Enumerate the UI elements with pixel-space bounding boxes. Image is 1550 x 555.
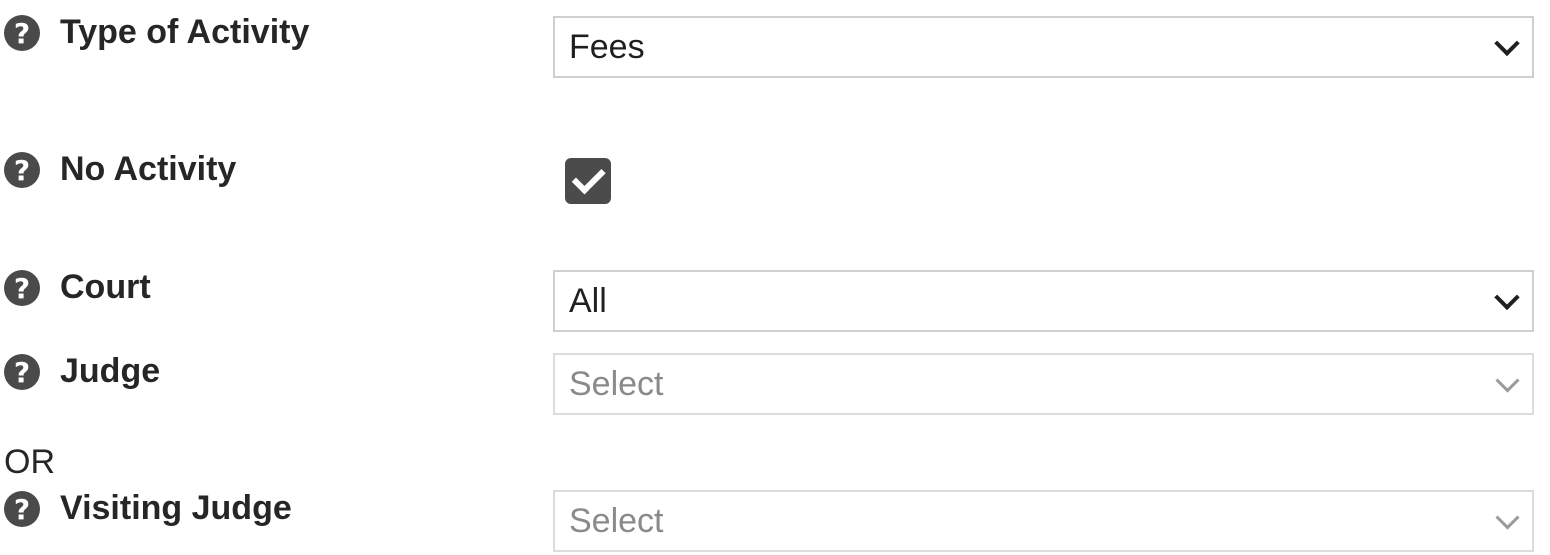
- help-icon[interactable]: ?: [4, 151, 40, 188]
- no-activity-label-row: ? No Activity: [4, 150, 236, 189]
- court-value: All: [569, 281, 607, 320]
- type-of-activity-label-row: ? Type of Activity: [4, 13, 309, 52]
- judge-label-row: ? Judge: [4, 352, 160, 391]
- court-select[interactable]: All: [553, 270, 1534, 332]
- chevron-down-icon: [1495, 505, 1520, 530]
- court-label-row: ? Court: [4, 268, 151, 307]
- type-of-activity-select[interactable]: Fees: [553, 16, 1534, 78]
- visiting-judge-label-row: ? Visiting Judge: [4, 489, 292, 528]
- chevron-down-icon: [1495, 368, 1520, 393]
- no-activity-checkbox[interactable]: [565, 158, 611, 204]
- help-icon[interactable]: ?: [4, 353, 40, 390]
- type-of-activity-label: Type of Activity: [60, 13, 310, 51]
- type-of-activity-value: Fees: [569, 27, 645, 66]
- judge-label: Judge: [60, 352, 161, 390]
- judge-placeholder: Select: [569, 364, 664, 403]
- court-label: Court: [60, 268, 151, 306]
- or-separator: OR: [4, 443, 55, 481]
- visiting-judge-placeholder: Select: [569, 501, 664, 540]
- no-activity-label: No Activity: [60, 150, 237, 188]
- help-icon[interactable]: ?: [4, 490, 40, 527]
- help-icon[interactable]: ?: [4, 14, 40, 51]
- visiting-judge-label: Visiting Judge: [60, 489, 292, 527]
- visiting-judge-select[interactable]: Select: [553, 490, 1534, 552]
- chevron-down-icon: [1494, 284, 1520, 311]
- help-icon[interactable]: ?: [4, 269, 40, 306]
- chevron-down-icon: [1494, 30, 1520, 57]
- judge-select[interactable]: Select: [553, 353, 1534, 415]
- checkmark-icon: [571, 160, 606, 195]
